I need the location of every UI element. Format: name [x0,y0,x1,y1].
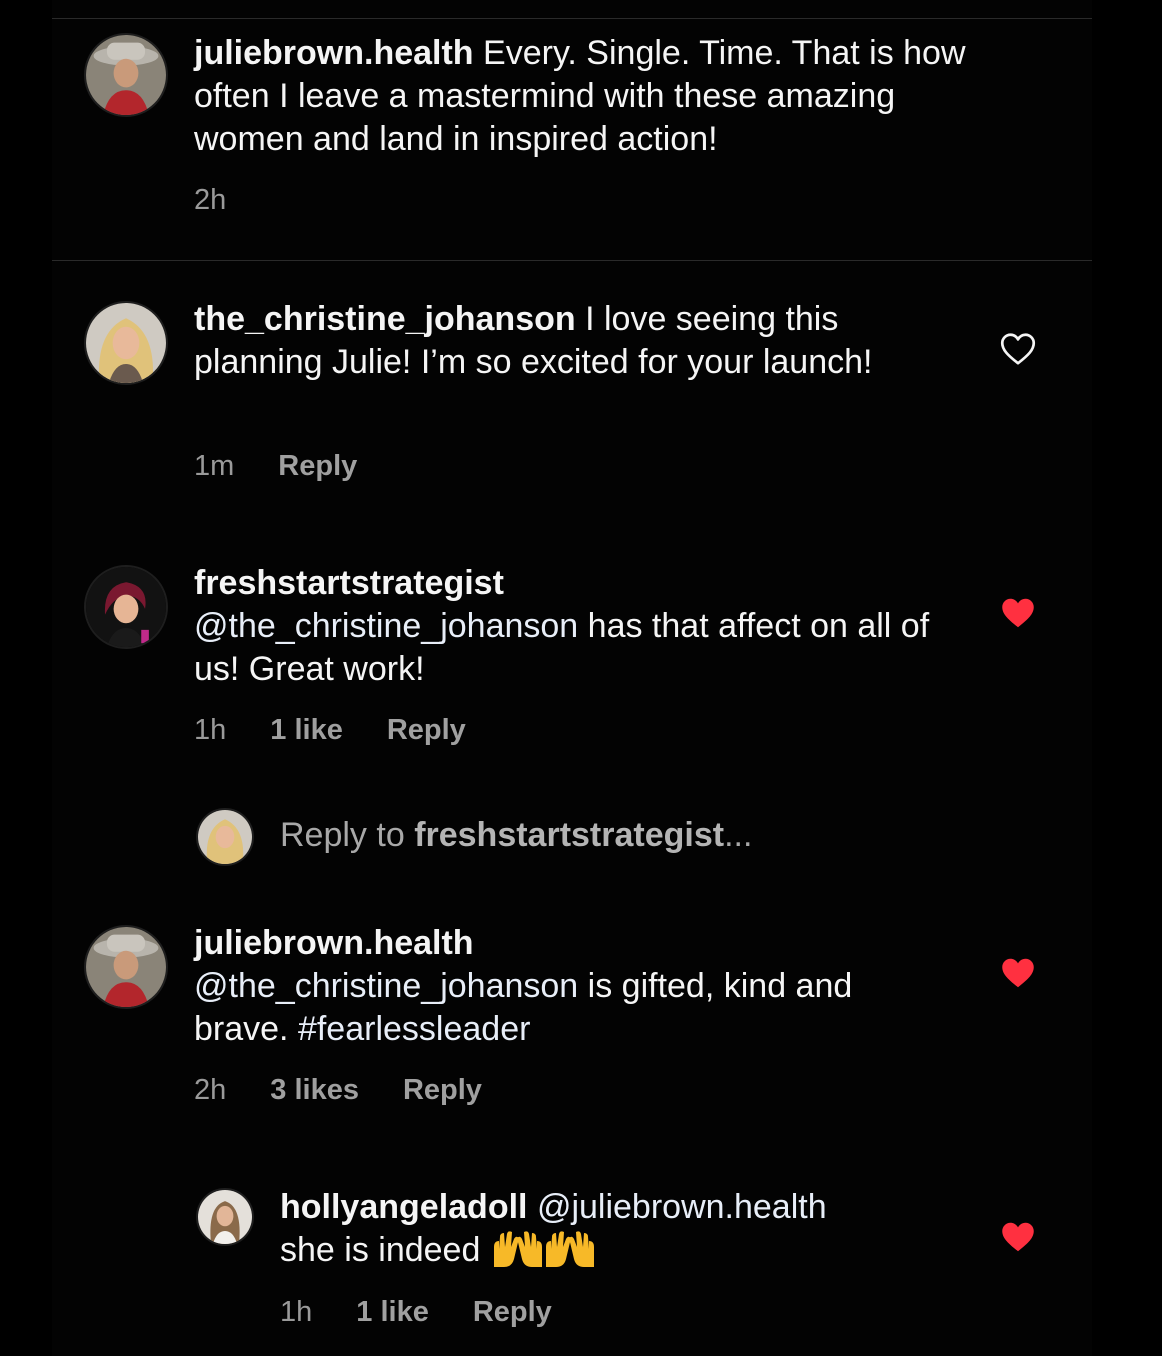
avatar-image [86,567,166,647]
heart-filled-icon[interactable] [1000,596,1036,630]
comment-meta: 2h 3 likes Reply [194,1074,482,1107]
reply-suffix: ... [724,816,753,854]
comment-body: hollyangeladoll @juliebrown.health she i… [280,1186,980,1280]
heart-filled-icon[interactable] [1000,1220,1036,1254]
comment-username[interactable]: hollyangeladoll [280,1188,527,1226]
reply-username: freshstartstrategist [414,816,725,854]
comment-meta: 2h [194,184,226,217]
avatar[interactable] [84,301,168,385]
comment-body: juliebrown.health Every. Single. Time. T… [194,32,1014,161]
likes-count[interactable]: 1 like [356,1296,429,1329]
reply-prefix: Reply to [280,816,405,854]
comment-text: she is indeed [280,1231,481,1269]
heart-filled-icon[interactable] [1000,956,1036,990]
reply-button[interactable]: Reply [278,450,357,483]
comment-meta: 1h 1 like Reply [194,714,466,747]
avatar[interactable] [84,33,168,117]
comment-username[interactable]: freshstartstrategist [194,562,954,605]
comment-time: 1h [280,1296,313,1328]
raising-hands-icon [490,1229,594,1280]
avatar-image [86,35,166,115]
comment-username[interactable]: juliebrown.health [194,922,954,965]
top-divider [52,18,1092,19]
likes-count[interactable]: 3 likes [270,1074,359,1107]
comment-time: 2h [194,1074,227,1106]
avatar-image [86,927,166,1007]
comment-mention[interactable]: @the_christine_johanson [194,967,578,1005]
likes-count[interactable]: 1 like [270,714,343,747]
comment-meta: 1h 1 like Reply [280,1296,552,1329]
avatar[interactable] [84,925,168,1009]
comment-mention[interactable]: @juliebrown.health [537,1188,827,1226]
comment-meta: 1m Reply [194,450,357,483]
comment-mention[interactable]: @the_christine_johanson [194,607,578,645]
comment-body: the_christine_johanson I love seeing thi… [194,298,934,384]
reply-button[interactable]: Reply [387,714,466,747]
comment-username[interactable]: the_christine_johanson [194,300,576,338]
avatar-image [198,1190,252,1244]
comment-hashtag[interactable]: #fearlessleader [298,1010,530,1048]
comment-time: 1h [194,714,227,746]
reply-placeholder[interactable]: Reply to freshstartstrategist... [280,816,752,855]
avatar-image [198,810,252,864]
caption-divider [52,260,1092,261]
reply-button[interactable]: Reply [473,1296,552,1329]
avatar[interactable] [196,1188,254,1246]
comment-username[interactable]: juliebrown.health [194,34,474,72]
avatar[interactable] [84,565,168,649]
reply-button[interactable]: Reply [403,1074,482,1107]
comment-time: 2h [194,184,227,216]
heart-outline-icon[interactable] [1000,332,1036,366]
comment-body: freshstartstrategist @the_christine_joha… [194,562,954,691]
comment-time: 1m [194,450,235,482]
avatar-image [86,303,166,383]
comment-body: juliebrown.health @the_christine_johanso… [194,922,954,1051]
avatar [196,808,254,866]
